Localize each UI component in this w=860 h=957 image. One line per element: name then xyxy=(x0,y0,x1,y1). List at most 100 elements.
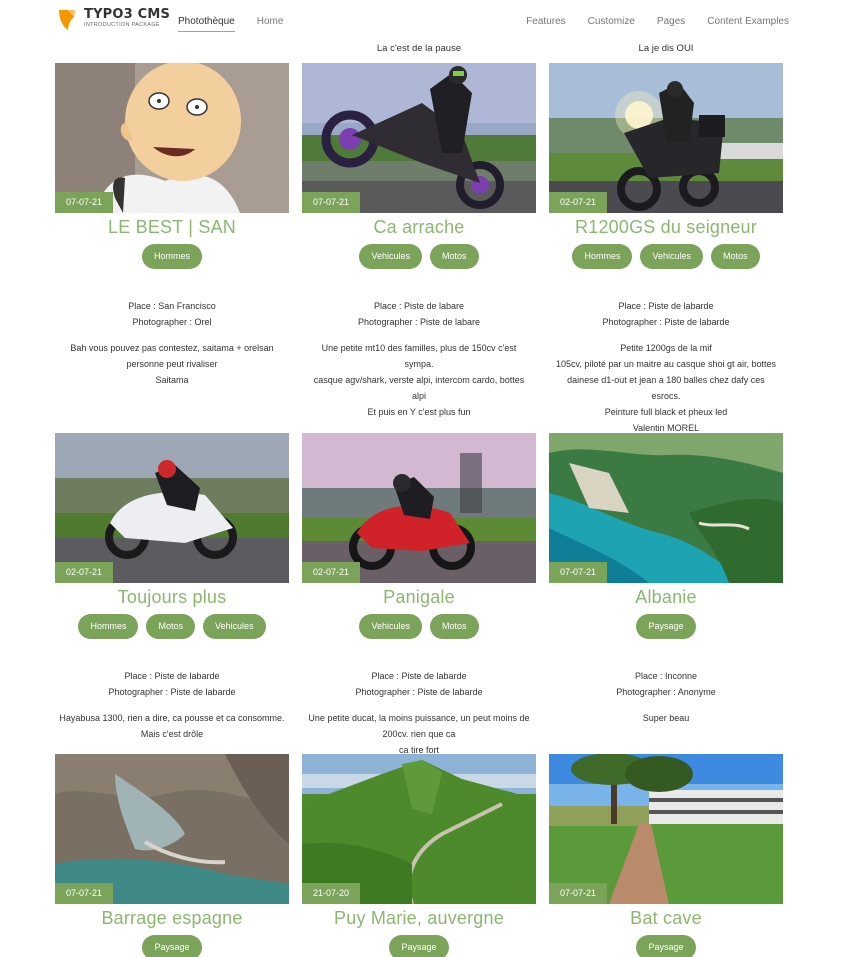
site-header: TYPO3 CMS INTRODUCTION PACKAGE Photothèq… xyxy=(0,0,860,44)
place-text: Place : San Francisco xyxy=(128,301,216,311)
tag-vehicules[interactable]: Vehicules xyxy=(359,244,422,269)
date-badge: 02-07-21 xyxy=(302,562,360,583)
nav-link-home[interactable]: Home xyxy=(257,16,284,32)
nav-link-content-examples[interactable]: Content Examples xyxy=(707,16,789,27)
card-title[interactable]: R1200GS du seigneur xyxy=(549,216,783,240)
card-title[interactable]: Puy Marie, auvergne xyxy=(302,907,536,931)
card-title[interactable]: Barrage espagne xyxy=(55,907,289,931)
date-badge: 07-07-21 xyxy=(55,192,113,213)
photographer-text: Photographer : Piste de labare xyxy=(357,317,481,327)
date-badge: 07-07-21 xyxy=(55,883,113,904)
card-title[interactable]: Albanie xyxy=(549,586,783,610)
tag-motos[interactable]: Motos xyxy=(146,614,195,639)
date-badge: 07-07-21 xyxy=(549,562,607,583)
tag-paysage[interactable]: Paysage xyxy=(389,935,449,957)
description-line: Hayabusa 1300, rien a dire, ca pousse et… xyxy=(59,713,285,739)
card-description: Une petite mt10 des familles, plus de 15… xyxy=(302,340,536,420)
nav-link-features[interactable]: Features xyxy=(526,16,565,27)
building-park-image xyxy=(549,754,783,904)
description-line: Une petite ducat, la moins puissance, un… xyxy=(308,713,530,739)
card-title[interactable]: LE BEST | SAN xyxy=(55,216,289,240)
card-photo[interactable]: 07-07-21 xyxy=(55,63,289,213)
gallery-card: 07-07-21 Ca arrache Vehicules Motos Plac… xyxy=(302,63,536,420)
tag-motos[interactable]: Motos xyxy=(711,244,760,269)
date-badge: 02-07-21 xyxy=(55,562,113,583)
tag-hommes[interactable]: Hommes xyxy=(78,614,139,639)
tag-list: Hommes Vehicules Motos xyxy=(549,244,783,270)
card-description: Super beau xyxy=(549,710,783,726)
tag-paysage[interactable]: Paysage xyxy=(142,935,202,957)
previous-card-caption: La je dis OUI xyxy=(638,43,694,54)
card-photo[interactable]: 21-07-20 xyxy=(302,754,536,904)
gallery-card: 07-07-21 Albanie Paysage Place : Inconne… xyxy=(549,433,783,726)
card-title[interactable]: Panigale xyxy=(302,586,536,610)
tag-vehicules[interactable]: Vehicules xyxy=(359,614,422,639)
tag-list: Paysage xyxy=(55,935,289,957)
card-photo[interactable]: 02-07-21 xyxy=(55,433,289,583)
mountain-landscape-image xyxy=(302,754,536,904)
card-photo[interactable]: 07-07-21 xyxy=(549,433,783,583)
tag-vehicules[interactable]: Vehicules xyxy=(203,614,266,639)
card-photo[interactable]: 07-07-21 xyxy=(55,754,289,904)
gallery-card: 07-07-21 Barrage espagne Paysage xyxy=(55,754,289,957)
card-photo[interactable]: 02-07-21 xyxy=(302,433,536,583)
date-badge: 21-07-20 xyxy=(302,883,360,904)
adventure-motorcycle-image xyxy=(549,63,783,213)
description-line: casque agv/shark, verste alpi, intercom … xyxy=(313,375,525,401)
motorcycle-wheelie-image xyxy=(302,63,536,213)
gallery-card: 02-07-21 Toujours plus Hommes Motos Vehi… xyxy=(55,433,289,742)
secondary-nav: Features Customize Pages Content Example… xyxy=(526,16,789,27)
typo3-logo-icon xyxy=(59,10,75,30)
gallery-card: 02-07-21 R1200GS du seigneur Hommes Vehi… xyxy=(549,63,783,436)
dam-aerial-image xyxy=(55,754,289,904)
anime-character-image xyxy=(55,63,289,213)
date-badge: 02-07-21 xyxy=(549,192,607,213)
tag-list: Hommes xyxy=(55,244,289,270)
photographer-text: Photographer : Anonyme xyxy=(616,687,716,697)
tag-list: Hommes Motos Vehicules xyxy=(55,614,289,640)
description-line: Une petite mt10 des familles, plus de 15… xyxy=(321,343,517,369)
tag-vehicules[interactable]: Vehicules xyxy=(640,244,704,269)
card-photo[interactable]: 02-07-21 xyxy=(549,63,783,213)
card-title[interactable]: Toujours plus xyxy=(55,586,289,610)
card-photo[interactable]: 07-07-21 xyxy=(549,754,783,904)
card-description: Petite 1200gs de la mif 105cv, piloté pa… xyxy=(549,340,783,436)
description-line: Petite 1200gs de la mif xyxy=(620,343,712,353)
tag-list: Paysage xyxy=(302,935,536,957)
nav-link-customize[interactable]: Customize xyxy=(588,16,635,27)
tag-paysage[interactable]: Paysage xyxy=(636,935,696,957)
tag-motos[interactable]: Motos xyxy=(430,244,479,269)
tag-hommes[interactable]: Hommes xyxy=(572,244,633,269)
tag-list: Vehicules Motos xyxy=(302,244,536,270)
description-line: Super beau xyxy=(642,713,690,723)
sport-motorcycle-image xyxy=(55,433,289,583)
card-description: Bah vous pouvez pas contestez, saitama +… xyxy=(55,340,289,388)
typo3-logo[interactable]: TYPO3 CMS INTRODUCTION PACKAGE xyxy=(56,8,170,32)
place-text: Place : Piste de labare xyxy=(373,301,465,311)
tag-motos[interactable]: Motos xyxy=(430,614,479,639)
card-description: Hayabusa 1300, rien a dire, ca pousse et… xyxy=(55,710,289,742)
main-nav: Photothèque Home xyxy=(178,16,283,32)
description-line: Bah vous pouvez pas contestez, saitama +… xyxy=(70,343,274,369)
card-title[interactable]: Bat cave xyxy=(549,907,783,931)
logo-title: TYPO3 CMS xyxy=(84,7,171,22)
place-text: Place : Inconne xyxy=(634,671,698,681)
tag-hommes[interactable]: Hommes xyxy=(141,244,202,269)
photographer-text: Photographer : Piste de labarde xyxy=(355,687,483,697)
previous-card-caption: La c'est de la pause xyxy=(376,43,462,54)
gallery-card: 07-07-21 LE BEST | SAN Hommes Place : Sa… xyxy=(55,63,289,388)
card-title[interactable]: Ca arrache xyxy=(302,216,536,240)
card-photo[interactable]: 07-07-21 xyxy=(302,63,536,213)
tag-paysage[interactable]: Paysage xyxy=(636,614,696,639)
red-motorcycle-image xyxy=(302,433,536,583)
card-description: Une petite ducat, la moins puissance, un… xyxy=(302,710,536,758)
description-line: Saitama xyxy=(155,375,189,385)
tag-list: Paysage xyxy=(549,614,783,640)
nav-link-pages[interactable]: Pages xyxy=(657,16,685,27)
gallery-card: 07-07-21 Bat cave Paysage xyxy=(549,754,783,957)
description-line: Et puis en Y c'est plus fun xyxy=(367,407,471,417)
tag-list: Paysage xyxy=(549,935,783,957)
gallery-card: 21-07-20 Puy Marie, auvergne Paysage xyxy=(302,754,536,957)
gallery-card: 02-07-21 Panigale Vehicules Motos Place … xyxy=(302,433,536,758)
nav-link-phototheque[interactable]: Photothèque xyxy=(178,16,235,32)
